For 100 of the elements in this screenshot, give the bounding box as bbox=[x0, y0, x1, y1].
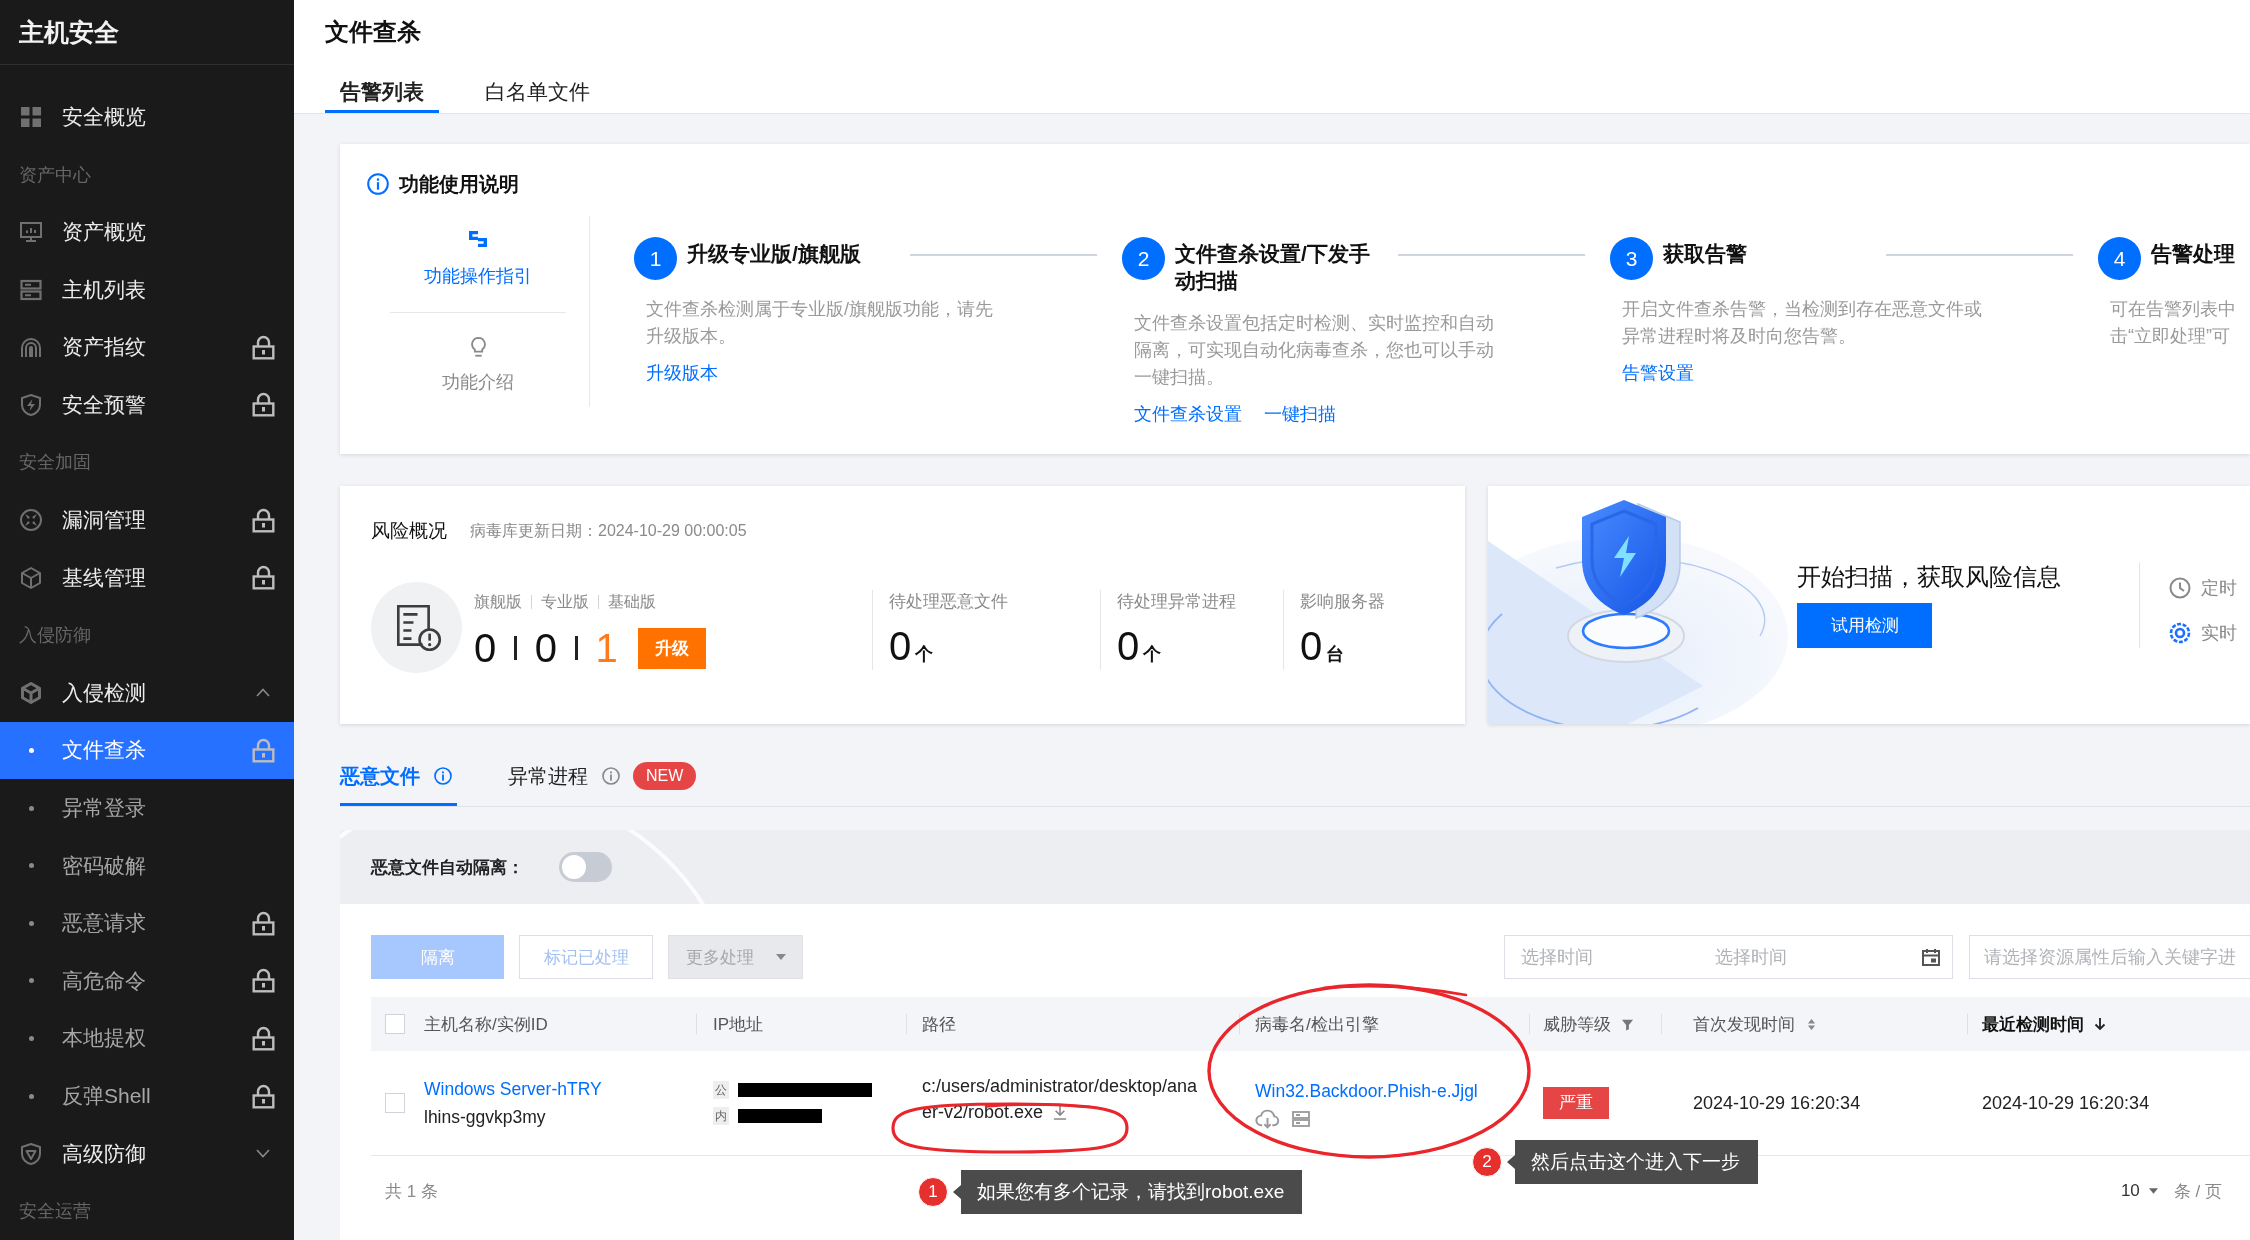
shield-icon bbox=[19, 392, 43, 417]
sidebar-subitem[interactable]: 反弹Shell bbox=[0, 1067, 294, 1125]
page-title: 文件查杀 bbox=[325, 18, 422, 46]
guide-tab[interactable]: 功能操作指引 bbox=[390, 216, 566, 313]
shield-icon bbox=[19, 1141, 43, 1166]
sidebar-subitem[interactable]: 异常登录 bbox=[0, 779, 294, 837]
monitor-icon bbox=[19, 220, 43, 245]
dot-icon bbox=[29, 805, 34, 811]
dot-icon bbox=[29, 978, 34, 984]
timestamp: 2024-10-29 16:20:34 bbox=[1982, 1092, 2150, 1114]
sidebar-item[interactable]: 入侵检测 bbox=[0, 664, 294, 722]
step-description: 可在告警列表中 击“立即处理”可 bbox=[2110, 298, 2237, 348]
sidebar-section-label: 安全运营 bbox=[18, 1200, 92, 1224]
tab[interactable]: 异常进程 NEW bbox=[508, 752, 702, 806]
edition-count: 1 bbox=[595, 625, 618, 672]
checkbox[interactable] bbox=[385, 1093, 405, 1113]
annotation-callout: 然后点击这个进入下一步 bbox=[1507, 1140, 1758, 1184]
toggle-label: 恶意文件自动隔离： bbox=[371, 856, 524, 879]
guide-tab[interactable]: 功能介绍 bbox=[390, 313, 566, 407]
feature-label: 定时 bbox=[2201, 576, 2237, 600]
dot-icon bbox=[29, 1093, 34, 1099]
filter-icon bbox=[1621, 1017, 1634, 1031]
server-alert-icon bbox=[371, 582, 462, 673]
link[interactable]: 告警设置 bbox=[1622, 360, 1694, 387]
sidebar-subitem[interactable]: 密码破解 bbox=[0, 836, 294, 895]
sidebar-item[interactable]: 基线管理 bbox=[0, 548, 294, 607]
threat-level-tag: 严重 bbox=[1543, 1087, 1609, 1119]
bracket-icon bbox=[468, 230, 488, 248]
server-icon bbox=[19, 277, 43, 302]
sidebar-item[interactable]: 安全预警 bbox=[0, 376, 294, 434]
search-field[interactable]: 请选择资源属性后输入关键字进 bbox=[1969, 935, 2250, 979]
clock-icon bbox=[2169, 576, 2191, 599]
timestamp: 2024-10-29 16:20:34 bbox=[1693, 1092, 1861, 1114]
tab[interactable]: 白名单文件 bbox=[470, 68, 605, 113]
sidebar-subitem[interactable]: 恶意请求 bbox=[0, 894, 294, 953]
info-icon bbox=[434, 767, 452, 785]
host-name-link[interactable]: Windows Server-hTRY bbox=[424, 1075, 602, 1103]
step-description: 开启文件查杀告警，当检测到存在恶意文件或 异常进程时将及时向您告警。 bbox=[1622, 298, 1983, 348]
arrow-down-icon bbox=[2094, 1017, 2106, 1031]
date-range-picker[interactable]: 选择时间 选择时间 bbox=[1504, 935, 1953, 979]
edition-label: 旗舰版 bbox=[474, 592, 522, 612]
step-number: 1 bbox=[634, 237, 677, 280]
fingerprint-icon bbox=[19, 335, 43, 360]
ring-icon bbox=[2169, 621, 2191, 644]
file-path-line: c:/users/administrator/desktop/ana bbox=[922, 1075, 1198, 1097]
edition-label: 基础版 bbox=[608, 592, 656, 612]
stat-label: 待处理异常进程 bbox=[1117, 591, 1237, 613]
step-title: 升级专业版/旗舰版 bbox=[687, 241, 861, 267]
tab[interactable]: 告警列表 bbox=[325, 68, 439, 113]
sidebar-item[interactable]: 高级防御 bbox=[0, 1124, 294, 1183]
download-icon[interactable] bbox=[1053, 1104, 1068, 1120]
stat-unit: 个 bbox=[915, 644, 934, 664]
sidebar-subitem[interactable]: 高危命令 bbox=[0, 952, 294, 1010]
target-icon bbox=[19, 508, 43, 533]
dot-icon bbox=[29, 863, 34, 869]
promo-headline: 开始扫描，获取风险信息 bbox=[1797, 562, 2062, 592]
sidebar-item[interactable]: 资产指纹 bbox=[0, 318, 294, 377]
chevron-up-icon[interactable] bbox=[256, 688, 270, 698]
dot-icon bbox=[29, 747, 34, 753]
step-title: 文件查杀设置/下发手动扫描 bbox=[1175, 241, 1371, 294]
annotation-callout: 如果您有多个记录，请找到robot.exe bbox=[953, 1170, 1303, 1214]
ip-type-tag: 公 bbox=[713, 1081, 729, 1099]
chevron-down-icon[interactable] bbox=[256, 1149, 270, 1159]
stat-unit: 台 bbox=[1326, 644, 1345, 664]
toggle-switch[interactable] bbox=[559, 852, 612, 882]
date-input[interactable]: 选择时间 bbox=[1521, 946, 1699, 968]
virus-name-link[interactable]: Win32.Backdoor.Phish-e.Jjgl bbox=[1255, 1077, 1478, 1105]
file-path-line: er-v2/robot.exe bbox=[922, 1101, 1044, 1123]
link[interactable]: 升级版本 bbox=[646, 360, 718, 387]
sidebar-section-label: 入侵防御 bbox=[18, 624, 92, 648]
sidebar-subitem[interactable]: 本地提权 bbox=[0, 1009, 294, 1068]
info-icon bbox=[367, 173, 389, 195]
sidebar-item[interactable]: 主机列表 bbox=[0, 260, 294, 319]
date-input[interactable]: 选择时间 bbox=[1715, 946, 1875, 968]
sidebar-item[interactable]: 安全概览 bbox=[0, 88, 294, 146]
info-icon bbox=[602, 767, 620, 785]
total-count: 共 1 条 bbox=[385, 1180, 438, 1203]
page-size-unit: 条 / 页 bbox=[2173, 1180, 2222, 1203]
sidebar-subitem[interactable]: 文件查杀 bbox=[0, 721, 294, 780]
edition-label: 专业版 bbox=[541, 592, 589, 612]
checkbox[interactable] bbox=[385, 1014, 405, 1034]
ip-type-tag: 内 bbox=[713, 1107, 729, 1125]
page-size-select[interactable]: 10 bbox=[2120, 1181, 2158, 1201]
grid-icon bbox=[19, 104, 43, 129]
edition-count: 0 bbox=[534, 625, 557, 672]
server-icon bbox=[1292, 1111, 1310, 1127]
link[interactable]: 文件查杀设置 bbox=[1134, 401, 1242, 428]
tab[interactable]: 恶意文件 bbox=[340, 752, 457, 806]
step-description: 文件查杀检测属于专业版/旗舰版功能，请先 升级版本。 bbox=[646, 298, 994, 348]
cube-icon bbox=[19, 680, 43, 705]
link[interactable]: 一键扫描 bbox=[1264, 401, 1336, 428]
step-number: 3 bbox=[1610, 237, 1653, 280]
trial-scan-button[interactable]: 试用检测 bbox=[1797, 603, 1932, 648]
step-title: 获取告警 bbox=[1663, 241, 1747, 267]
stat-label: 影响服务器 bbox=[1300, 591, 1386, 613]
caret-down-icon bbox=[2148, 1188, 2158, 1194]
stat-unit: 个 bbox=[1143, 644, 1162, 664]
column-header: 主机名称/实例ID bbox=[423, 1013, 549, 1036]
sidebar-item[interactable]: 漏洞管理 bbox=[0, 491, 294, 549]
sidebar-item[interactable]: 资产概览 bbox=[0, 203, 294, 261]
